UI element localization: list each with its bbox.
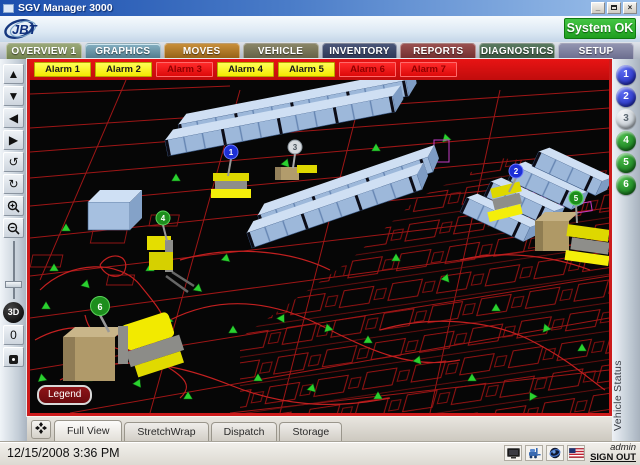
alarm-bar: Alarm 1 Alarm 2 Alarm 3 Alarm 4 Alarm 5 … bbox=[30, 59, 609, 80]
pan-down-icon: ▼ bbox=[8, 89, 20, 103]
pan-up-icon: ▲ bbox=[8, 67, 20, 81]
tab-overview-1[interactable]: OVERVIEW 1 bbox=[6, 43, 82, 60]
zoom-out-icon bbox=[7, 222, 20, 235]
vehicle-status-2[interactable]: 2 bbox=[616, 87, 636, 107]
alarm-1-button[interactable]: Alarm 1 bbox=[34, 62, 91, 77]
pan-down-button[interactable]: ▼ bbox=[3, 86, 24, 106]
alarm-7-button[interactable]: Alarm 7 bbox=[400, 62, 457, 77]
alarm-3-button[interactable]: Alarm 3 bbox=[156, 62, 213, 77]
vehicle-5-label: 5 bbox=[574, 194, 579, 203]
restore-button[interactable] bbox=[607, 2, 621, 14]
title-bar[interactable]: SGV Manager 3000 _ × bbox=[0, 0, 640, 16]
move-icon bbox=[35, 422, 47, 434]
rotate-ccw-icon: ↺ bbox=[8, 155, 18, 169]
display-icon[interactable] bbox=[504, 445, 522, 461]
vehicle-status-4[interactable]: 4 bbox=[616, 131, 636, 151]
zoom-slider-handle[interactable] bbox=[5, 281, 22, 288]
view-3d-button[interactable]: 3D bbox=[3, 302, 24, 323]
sign-out-link[interactable]: SIGN OUT bbox=[590, 453, 636, 463]
pan-right-button[interactable]: ▶ bbox=[3, 130, 24, 150]
tab-vehicle[interactable]: VEHICLE bbox=[243, 43, 319, 60]
zoom-slider-track bbox=[13, 241, 15, 299]
rotate-cw-icon: ↻ bbox=[8, 177, 18, 191]
warehouse-viewport: Alarm 1 Alarm 2 Alarm 3 Alarm 4 Alarm 5 … bbox=[27, 59, 612, 416]
vehicle-2-label: 2 bbox=[514, 167, 519, 176]
rotate-ccw-button[interactable]: ↺ bbox=[3, 152, 24, 172]
tab-moves[interactable]: MOVES bbox=[164, 43, 240, 60]
restore-icon bbox=[611, 5, 617, 10]
vehicle-status-5[interactable]: 5 bbox=[616, 153, 636, 173]
pan-left-icon: ◀ bbox=[9, 111, 18, 125]
tab-diagnostics[interactable]: DIAGNOSTICS bbox=[479, 43, 555, 60]
scene-3d-view[interactable]: 1 3 2 bbox=[30, 80, 609, 413]
datetime-label: 12/15/2008 3:36 PM bbox=[7, 446, 120, 460]
pan-up-button[interactable]: ▲ bbox=[3, 64, 24, 84]
tab-inventory[interactable]: INVENTORY bbox=[322, 43, 398, 60]
vehicle-status-panel: 1 2 3 4 5 6 Vehicle Status bbox=[612, 59, 640, 441]
single-pallet-box bbox=[88, 190, 142, 230]
rotate-cw-button[interactable]: ↻ bbox=[3, 174, 24, 194]
logo-text: JBT bbox=[12, 22, 38, 37]
center-view-button[interactable] bbox=[3, 347, 24, 367]
center-view-icon bbox=[9, 355, 18, 364]
vehicle-1-label: 1 bbox=[229, 148, 234, 157]
zoom-slider[interactable] bbox=[3, 241, 24, 299]
user-block: admin SIGN OUT bbox=[588, 443, 638, 463]
zoom-in-button[interactable] bbox=[3, 196, 24, 216]
zoom-out-button[interactable] bbox=[3, 218, 24, 238]
vehicle-6-label: 6 bbox=[97, 302, 102, 312]
close-button[interactable]: × bbox=[623, 2, 637, 14]
vehicle-status-1[interactable]: 1 bbox=[616, 65, 636, 85]
app-icon bbox=[3, 4, 14, 13]
sgv-manager-window: SGV Manager 3000 _ × JBT System OK OVERV… bbox=[0, 0, 640, 465]
alarm-6-button[interactable]: Alarm 6 bbox=[339, 62, 396, 77]
vehicle-status-title: Vehicle Status bbox=[612, 325, 640, 435]
vehicle-3-label: 3 bbox=[293, 143, 298, 152]
pan-left-button[interactable]: ◀ bbox=[3, 108, 24, 128]
tab-graphics[interactable]: GRAPHICS bbox=[85, 43, 161, 60]
globe-icon[interactable] bbox=[546, 445, 564, 461]
vehicle-status-6[interactable]: 6 bbox=[616, 175, 636, 195]
zoom-in-icon bbox=[7, 200, 20, 213]
pan-right-icon: ▶ bbox=[9, 133, 18, 147]
legend-button[interactable]: Legend bbox=[37, 385, 92, 405]
vehicle-4-label: 4 bbox=[161, 214, 166, 223]
window-title: SGV Manager 3000 bbox=[18, 2, 589, 14]
tab-reports[interactable]: REPORTS bbox=[400, 43, 476, 60]
status-bar-right: admin SIGN OUT bbox=[504, 443, 638, 463]
nav-tab-bar: OVERVIEW 1 GRAPHICS MOVES VEHICLE INVENT… bbox=[0, 42, 640, 60]
vehicle-status-3[interactable]: 3 bbox=[616, 109, 636, 129]
jbt-logo: JBT bbox=[3, 17, 59, 41]
dock-move-button[interactable] bbox=[31, 420, 51, 439]
us-flag-icon[interactable] bbox=[567, 445, 585, 461]
alarm-5-button[interactable]: Alarm 5 bbox=[278, 62, 335, 77]
view-tab-dispatch[interactable]: Dispatch bbox=[211, 422, 278, 441]
view-tab-strip: Full View StretchWrap Dispatch Storage bbox=[27, 416, 612, 441]
view-tab-storage[interactable]: Storage bbox=[279, 422, 342, 441]
view-tab-full-view[interactable]: Full View bbox=[54, 420, 122, 441]
zero-rotation-button[interactable]: 0 bbox=[3, 325, 24, 345]
alarm-4-button[interactable]: Alarm 4 bbox=[217, 62, 274, 77]
system-status-button[interactable]: System OK bbox=[564, 18, 636, 39]
camera-toolbar: ▲ ▼ ◀ ▶ ↺ ↻ 3D 0 bbox=[0, 59, 27, 441]
vehicle-icon[interactable] bbox=[525, 445, 543, 461]
tab-setup[interactable]: SETUP bbox=[558, 43, 634, 60]
minimize-button[interactable]: _ bbox=[591, 2, 605, 14]
header-band: JBT System OK bbox=[0, 16, 640, 42]
view-tab-stretchwrap[interactable]: StretchWrap bbox=[124, 422, 208, 441]
alarm-2-button[interactable]: Alarm 2 bbox=[95, 62, 152, 77]
status-bar: 12/15/2008 3:36 PM admin SIGN OUT bbox=[0, 441, 640, 465]
